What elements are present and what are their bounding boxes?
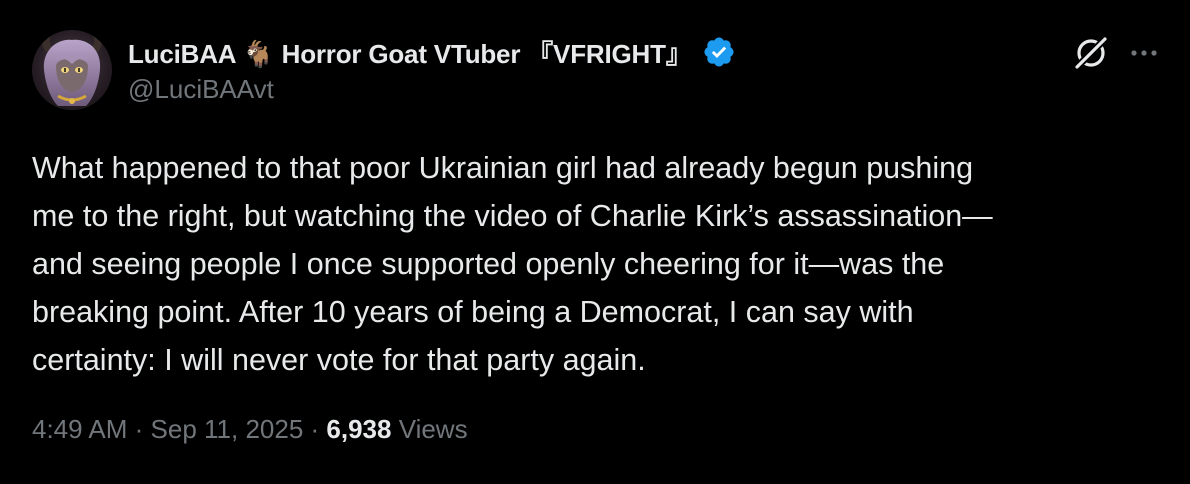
views-label: Views bbox=[391, 414, 468, 444]
tweet-card: LuciBAA 🐐 Horror Goat VTuber 『VFRIGHT』 @… bbox=[0, 0, 1190, 484]
tweet-header: LuciBAA 🐐 Horror Goat VTuber 『VFRIGHT』 @… bbox=[128, 32, 1050, 105]
name-row: LuciBAA 🐐 Horror Goat VTuber 『VFRIGHT』 bbox=[128, 32, 1050, 72]
tweet-meta: 4:49 AM · Sep 11, 2025 · 6,938 Views bbox=[32, 414, 468, 445]
meta-separator: · bbox=[127, 414, 151, 444]
verified-badge-icon[interactable] bbox=[702, 35, 736, 69]
tweet-text-line: certainty: I will never vote for that pa… bbox=[32, 343, 646, 377]
tweet-text: What happened to that poor Ukrainian gir… bbox=[32, 144, 1152, 384]
views-count: 6,938 bbox=[326, 414, 392, 444]
tweet-text-line: What happened to that poor Ukrainian gir… bbox=[32, 151, 974, 185]
meta-separator: · bbox=[303, 414, 327, 444]
display-name[interactable]: LuciBAA 🐐 Horror Goat VTuber 『VFRIGHT』 bbox=[128, 34, 692, 71]
handle[interactable]: @LuciBAAvt bbox=[128, 74, 1050, 105]
tweet-date[interactable]: Sep 11, 2025 bbox=[151, 414, 304, 444]
more-options-icon[interactable] bbox=[1124, 36, 1164, 70]
avatar-image bbox=[32, 30, 112, 110]
avatar[interactable] bbox=[32, 30, 112, 110]
tweet-text-line: breaking point. After 10 years of being … bbox=[32, 295, 914, 329]
tweet-text-line: and seeing people I once supported openl… bbox=[32, 247, 945, 281]
tweet-time[interactable]: 4:49 AM bbox=[32, 414, 127, 444]
grok-icon[interactable] bbox=[1070, 32, 1112, 74]
tweet-text-line: me to the right, but watching the video … bbox=[32, 199, 993, 233]
